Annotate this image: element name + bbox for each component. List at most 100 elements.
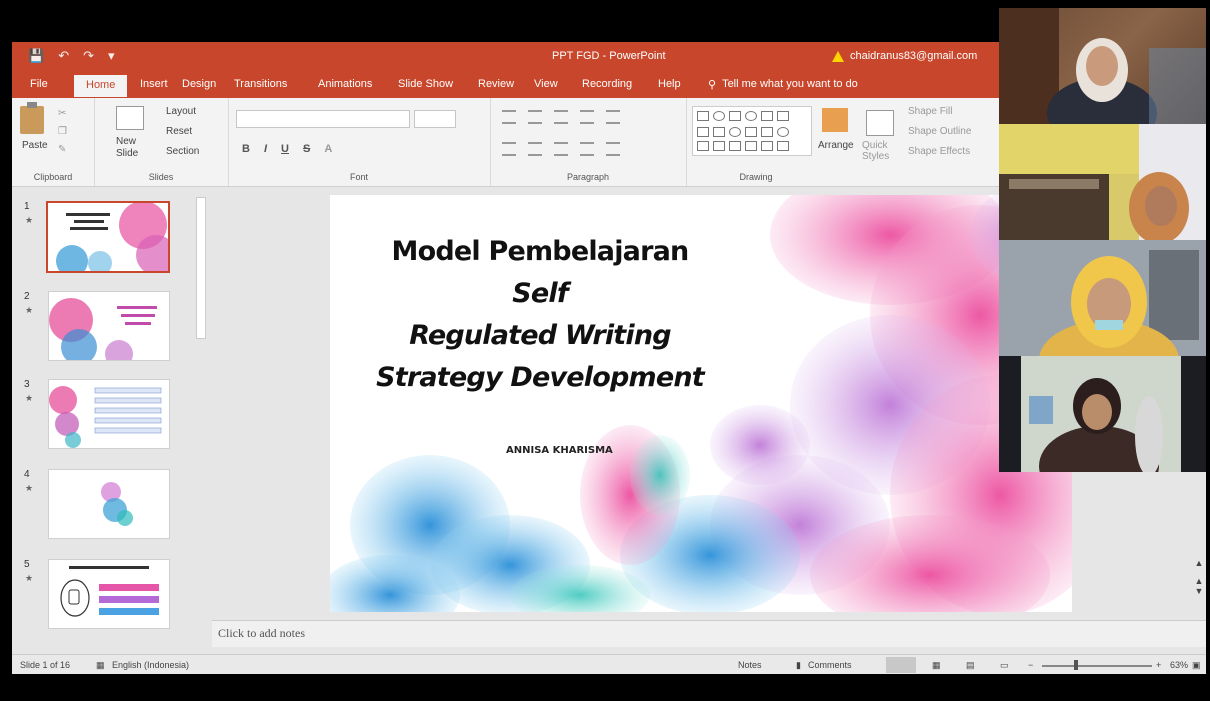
slide-author[interactable]: ANNISA KHARISMA (506, 445, 613, 456)
font-color-icon[interactable]: A (324, 143, 332, 155)
slide-thumbnail-2[interactable] (48, 291, 170, 361)
notes-button[interactable]: Notes (738, 660, 762, 670)
title-line-1: Model Pembelajaran (391, 236, 690, 267)
participant-video-1[interactable] (999, 8, 1206, 124)
thumbnail-art (49, 470, 169, 538)
zoom-in-icon[interactable]: + (1156, 660, 1161, 670)
zoom-out-icon[interactable]: − (1028, 660, 1033, 670)
tab-transitions[interactable]: Transitions (234, 78, 287, 90)
align-right-icon[interactable] (554, 142, 568, 156)
tab-design[interactable]: Design (182, 78, 216, 90)
zoom-slider-knob[interactable] (1074, 660, 1078, 670)
notes-placeholder[interactable]: Click to add notes (218, 626, 305, 641)
font-name-input[interactable] (236, 110, 410, 128)
list-buttons (502, 110, 620, 124)
font-size-input[interactable] (414, 110, 456, 128)
format-painter-icon[interactable]: ✎ (58, 144, 66, 155)
shapes-gallery[interactable] (692, 106, 812, 156)
transition-star-icon: ★ (25, 573, 34, 583)
scroll-up-icon[interactable]: ▲ (1192, 558, 1206, 568)
zoom-level[interactable]: 63% (1170, 660, 1188, 670)
save-icon[interactable]: 💾 (28, 48, 44, 64)
slideshow-view-icon[interactable]: ▭ (1000, 660, 1009, 671)
tab-help[interactable]: Help (658, 78, 681, 90)
slide-thumbnail-1[interactable] (46, 201, 170, 273)
tab-home[interactable]: Home (74, 75, 128, 97)
shape-fill-button[interactable]: Shape Fill (908, 106, 952, 117)
cut-icon[interactable]: ✂ (58, 108, 66, 119)
tab-file[interactable]: File (30, 78, 48, 90)
tab-animations[interactable]: Animations (318, 78, 372, 90)
comments-button[interactable]: Comments (808, 660, 852, 670)
slide-sorter-icon[interactable]: ▦ (932, 660, 941, 671)
lightbulb-icon: ⚲ (708, 79, 717, 91)
reset-button[interactable]: Reset (166, 126, 192, 137)
layout-button[interactable]: Layout (166, 106, 196, 117)
transition-star-icon: ★ (25, 393, 34, 403)
customize-icon[interactable]: ▾ (108, 48, 115, 64)
normal-view-icon[interactable] (886, 657, 916, 673)
shape-outline-button[interactable]: Shape Outline (908, 126, 971, 137)
strikethrough-icon[interactable]: S (303, 143, 310, 155)
comments-icon[interactable]: ▮ (796, 660, 801, 671)
account-email: chaidranus83@gmail.com (850, 50, 978, 62)
slide-thumbnail-3[interactable] (48, 379, 170, 449)
slide-title[interactable]: Model Pembelajaran Self Regulated Writin… (370, 231, 710, 399)
arrange-icon[interactable] (822, 108, 848, 132)
numbering-icon[interactable] (528, 110, 542, 124)
tab-recording[interactable]: Recording (582, 78, 632, 90)
slide-scrollbar[interactable]: ▲ ▲ ▼ (1192, 558, 1206, 618)
participant-video-3[interactable] (999, 240, 1206, 356)
tab-slide-show[interactable]: Slide Show (398, 78, 453, 90)
notes-pane[interactable] (212, 620, 1206, 647)
tab-review[interactable]: Review (478, 78, 514, 90)
line-spacing-icon[interactable] (606, 110, 620, 124)
italic-icon[interactable]: I (264, 143, 267, 155)
language-indicator[interactable]: English (Indonesia) (112, 660, 189, 670)
participant-video-4[interactable] (999, 356, 1206, 472)
tell-me-search[interactable]: ⚲ Tell me what you want to do (708, 78, 858, 91)
columns-icon[interactable] (606, 142, 620, 156)
spelling-icon[interactable]: ▦ (96, 660, 105, 671)
slide-thumbnail-4[interactable] (48, 469, 170, 539)
quick-styles-icon[interactable] (866, 110, 894, 136)
reading-view-icon[interactable]: ▤ (966, 660, 975, 671)
decrease-indent-icon[interactable] (554, 110, 568, 124)
transition-star-icon: ★ (25, 305, 34, 315)
zoom-slider[interactable] (1042, 665, 1152, 667)
tab-view[interactable]: View (534, 78, 558, 90)
new-slide-icon[interactable] (116, 106, 144, 130)
redo-icon[interactable]: ↷ (83, 48, 94, 64)
participant-video-2[interactable] (999, 124, 1206, 240)
account-area[interactable]: chaidranus83@gmail.com (832, 50, 977, 62)
bold-icon[interactable]: B (242, 143, 250, 155)
undo-icon[interactable]: ↶ (58, 48, 69, 64)
thumbnail-number: 3 (24, 379, 30, 390)
shape-effects-button[interactable]: Shape Effects (908, 146, 970, 157)
paste-icon[interactable] (20, 102, 44, 134)
arrange-label[interactable]: Arrange (818, 140, 854, 151)
align-left-icon[interactable] (502, 142, 516, 156)
justify-icon[interactable] (580, 142, 594, 156)
prev-slide-icon[interactable]: ▲ (1192, 576, 1206, 586)
next-slide-icon[interactable]: ▼ (1192, 586, 1206, 596)
align-center-icon[interactable] (528, 142, 542, 156)
fit-to-window-icon[interactable]: ▣ (1192, 660, 1201, 671)
section-button[interactable]: Section (166, 146, 199, 157)
quick-styles-label[interactable]: Quick Styles (862, 140, 892, 162)
bullets-icon[interactable] (502, 110, 516, 124)
thumbnail-scrollbar[interactable] (194, 187, 206, 654)
copy-icon[interactable]: ❐ (58, 126, 67, 137)
thumbnail-art (48, 203, 168, 271)
slide-canvas[interactable]: Model Pembelajaran Self Regulated Writin… (330, 195, 1072, 612)
tab-insert[interactable]: Insert (140, 78, 168, 90)
slides-group: New Slide Layout Reset Section Slides (94, 98, 229, 186)
slide-thumbnail-5[interactable] (48, 559, 170, 629)
paragraph-group: Paragraph (490, 98, 687, 186)
slide-thumbnail-pane: 1 ★ 2 ★ 3 ★ 4 ★ 5 ★ (12, 187, 212, 654)
thumbnail-scroll-thumb[interactable] (196, 197, 206, 339)
increase-indent-icon[interactable] (580, 110, 594, 124)
new-slide-label[interactable]: New Slide (116, 136, 146, 160)
paste-label[interactable]: Paste (22, 140, 48, 151)
underline-icon[interactable]: U (281, 143, 289, 155)
